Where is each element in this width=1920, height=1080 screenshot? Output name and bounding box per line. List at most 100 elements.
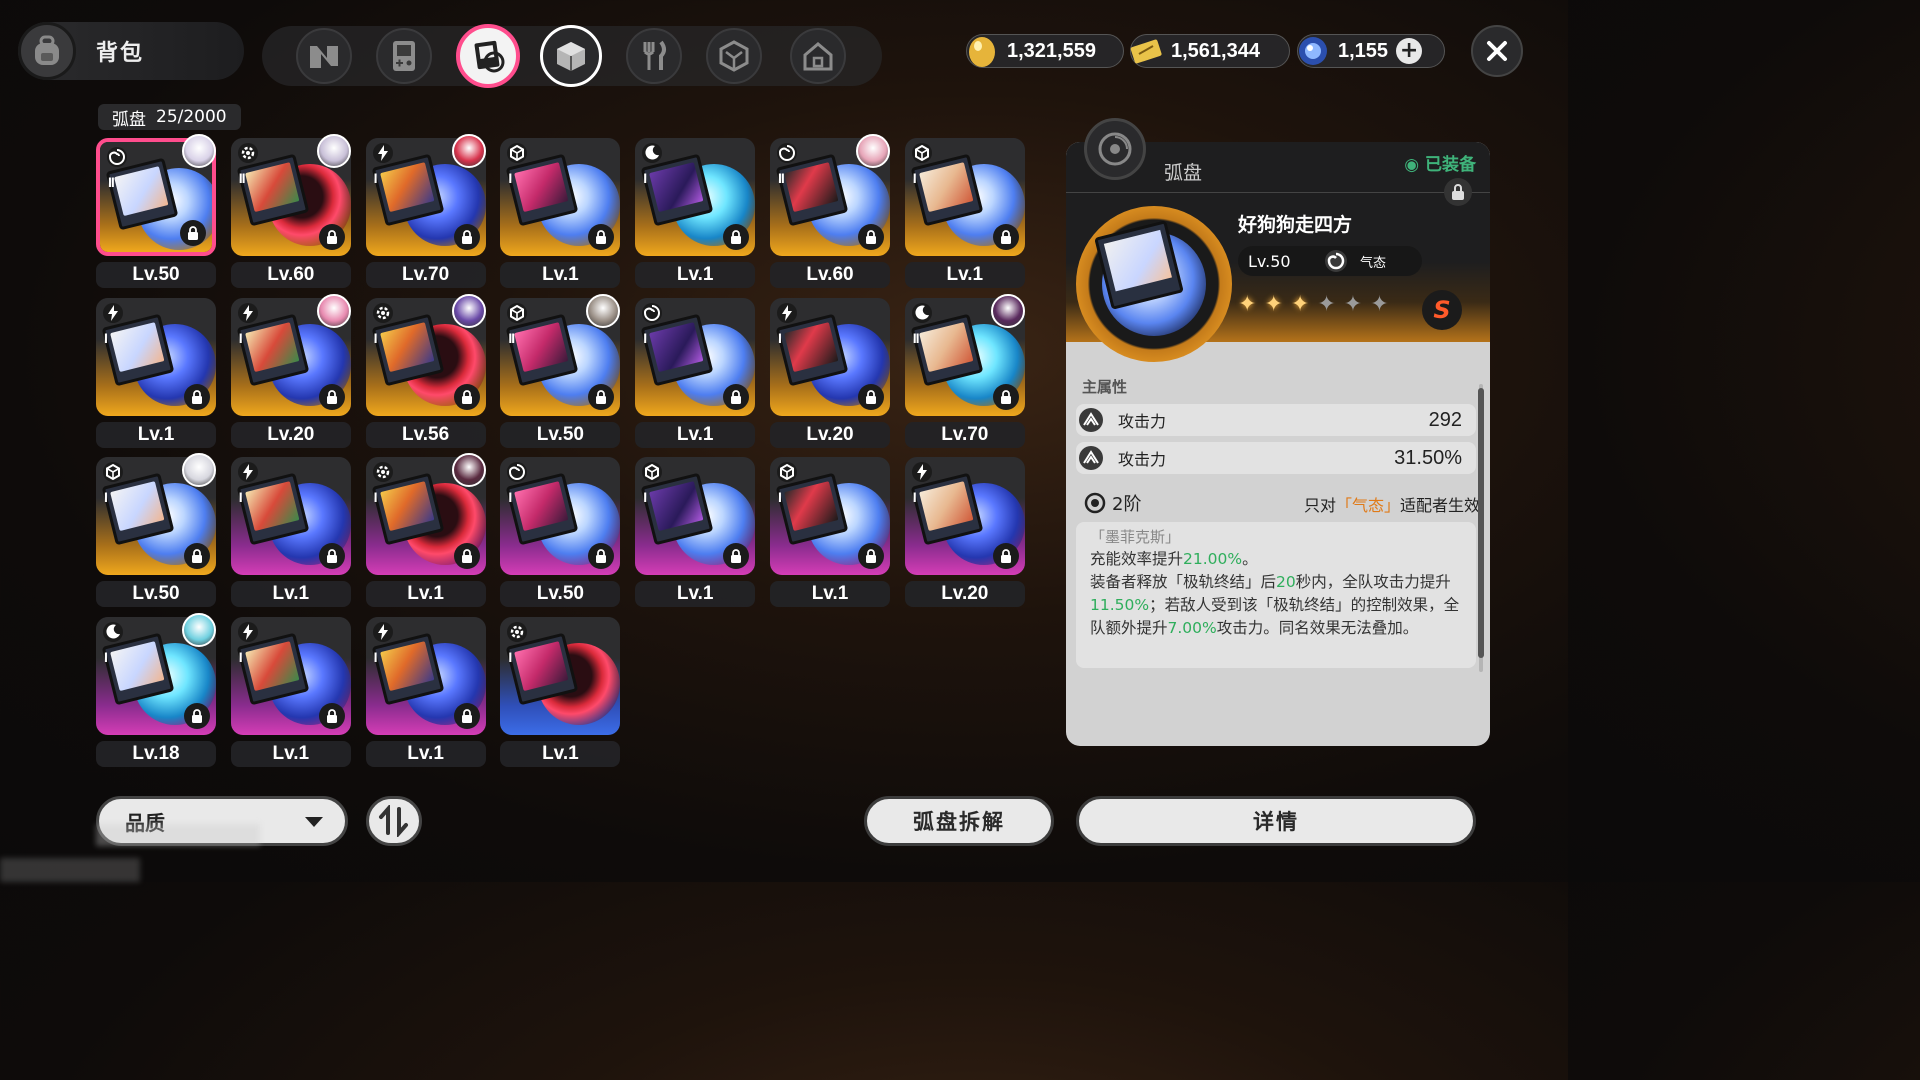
equipped-character-avatar [182,612,216,647]
disc-item[interactable]: I Lv.1 [498,616,622,767]
close-button[interactable] [1471,25,1523,77]
disc-item[interactable]: I Lv.20 [229,293,353,448]
star-empty-icon: ✦ [1370,292,1389,317]
tab-n-logo[interactable] [296,28,352,84]
s-rank-badge: S [1422,290,1462,330]
attr-name: 攻击力 [1118,450,1167,469]
lock-icon[interactable] [318,383,345,410]
disc-card: I [635,138,756,256]
lock-icon[interactable] [184,543,210,569]
disc-item[interactable]: I Lv.50 [94,453,218,607]
currency-gem: 1,155 + [1297,34,1445,68]
tier-note-post: 适配者生效 [1399,496,1480,515]
disc-item[interactable]: I Lv.1 [229,457,353,607]
detail-lock-button[interactable] [1444,178,1472,206]
dismantle-button[interactable]: 弧盘拆解 [864,796,1054,846]
disc-item[interactable]: I Lv.1 [903,138,1027,288]
disc-level-label: Lv.60 [770,262,890,288]
gear-attribute-icon [372,461,394,483]
page-title: 背包 [96,41,145,66]
disc-item[interactable]: I Lv.1 [633,138,757,288]
lock-icon[interactable] [453,543,480,569]
lock-icon[interactable] [184,383,210,410]
disc-sleeve-icon [474,40,505,73]
disc-item[interactable]: I Lv.1 [364,616,488,767]
tier-note-attr: 「气态」 [1335,496,1400,515]
lock-icon[interactable] [318,224,345,250]
lock-icon[interactable] [180,220,206,246]
disc-item[interactable]: II Lv.60 [229,134,353,288]
lock-icon[interactable] [453,224,480,250]
lock-icon[interactable] [184,702,210,729]
disc-item[interactable]: I Lv.56 [364,293,488,448]
add-gem-button[interactable]: + [1396,38,1423,64]
disc-rank: I [643,170,647,186]
disc-level-label: Lv.1 [635,581,756,607]
tab-food[interactable] [626,28,682,84]
disc-card: I [635,457,756,575]
cube-attribute-icon [641,461,663,483]
lock-icon[interactable] [723,224,750,250]
lock-icon[interactable] [453,702,480,729]
disc-level-label: Lv.20 [770,421,890,448]
box-icon [557,42,585,71]
disc-level-label: Lv.1 [770,581,890,607]
disc-level-label: Lv.1 [635,421,756,448]
equipped-character-avatar [182,134,216,168]
disc-item[interactable]: II Lv.60 [768,134,892,288]
disc-item[interactable]: I Lv.20 [768,297,892,448]
lock-icon[interactable] [723,383,750,410]
attr-row-1: 攻击力 292 [1076,404,1476,436]
effect-text: 充能效率提升21.00%。 装备者释放「极轨终结」后20秒内，全队攻击力提升11.… [1090,550,1460,637]
star-filled-icon: ✦ [1264,292,1283,317]
tab-gameboy[interactable] [376,28,432,84]
disc-item[interactable]: II Lv.50 [94,134,218,288]
disc-item[interactable]: I Lv.70 [364,134,488,288]
lock-icon[interactable] [588,383,615,410]
disc-item[interactable]: I Lv.1 [768,457,892,607]
disc-item[interactable]: I Lv.1 [498,138,622,288]
disc-item[interactable]: I Lv.20 [903,457,1027,607]
lock-icon[interactable] [992,383,1019,410]
detail-scrollbar[interactable] [1476,378,1486,678]
lock-icon[interactable] [318,543,345,569]
disc-card: I [500,616,621,735]
tab-disc[interactable] [456,24,520,88]
tier-note: 只对「气态」适配者生效 [1304,492,1480,516]
disc-item[interactable]: I Lv.1 [229,616,353,767]
disc-level-label: Lv.1 [96,421,216,448]
divider [1066,192,1490,193]
lock-icon[interactable] [858,543,884,569]
disc-rank: II [108,174,115,190]
lock-icon[interactable] [992,224,1019,250]
equipped-status: ◉ 已装备 [1404,155,1476,175]
disc-item[interactable]: I Lv.1 [364,453,488,607]
details-button[interactable]: 详情 [1076,796,1476,846]
lock-icon[interactable] [858,224,884,250]
disc-level-label: Lv.60 [230,262,351,288]
sort-order-button[interactable] [366,796,422,846]
disc-item[interactable]: I Lv.1 [633,457,757,607]
lock-icon[interactable] [318,702,345,729]
disc-item[interactable]: II Lv.70 [903,293,1027,448]
inventory-label: 弧盘 [112,109,146,130]
equipped-character-avatar [990,293,1025,328]
lock-icon[interactable] [723,543,750,569]
scroll-thumb[interactable] [1478,388,1484,658]
tab-box[interactable] [540,25,602,87]
tab-house[interactable] [790,28,846,84]
disc-item[interactable]: I Lv.1 [633,297,757,448]
disc-rank: I [373,170,378,186]
swirl-attribute-icon [106,146,128,168]
lock-icon[interactable] [992,543,1019,569]
disc-item[interactable]: II Lv.50 [498,293,622,448]
lock-icon[interactable] [858,383,884,410]
lock-icon[interactable] [453,383,480,410]
equipped-character-avatar [856,134,890,168]
tab-crystal[interactable] [706,28,762,84]
disc-item[interactable]: I Lv.1 [94,297,218,448]
disc-item[interactable]: I Lv.18 [94,612,218,767]
attr-row-2: 攻击力 31.50% [1076,442,1476,474]
disc-rank: I [508,489,512,505]
disc-item[interactable]: I Lv.50 [498,457,622,607]
